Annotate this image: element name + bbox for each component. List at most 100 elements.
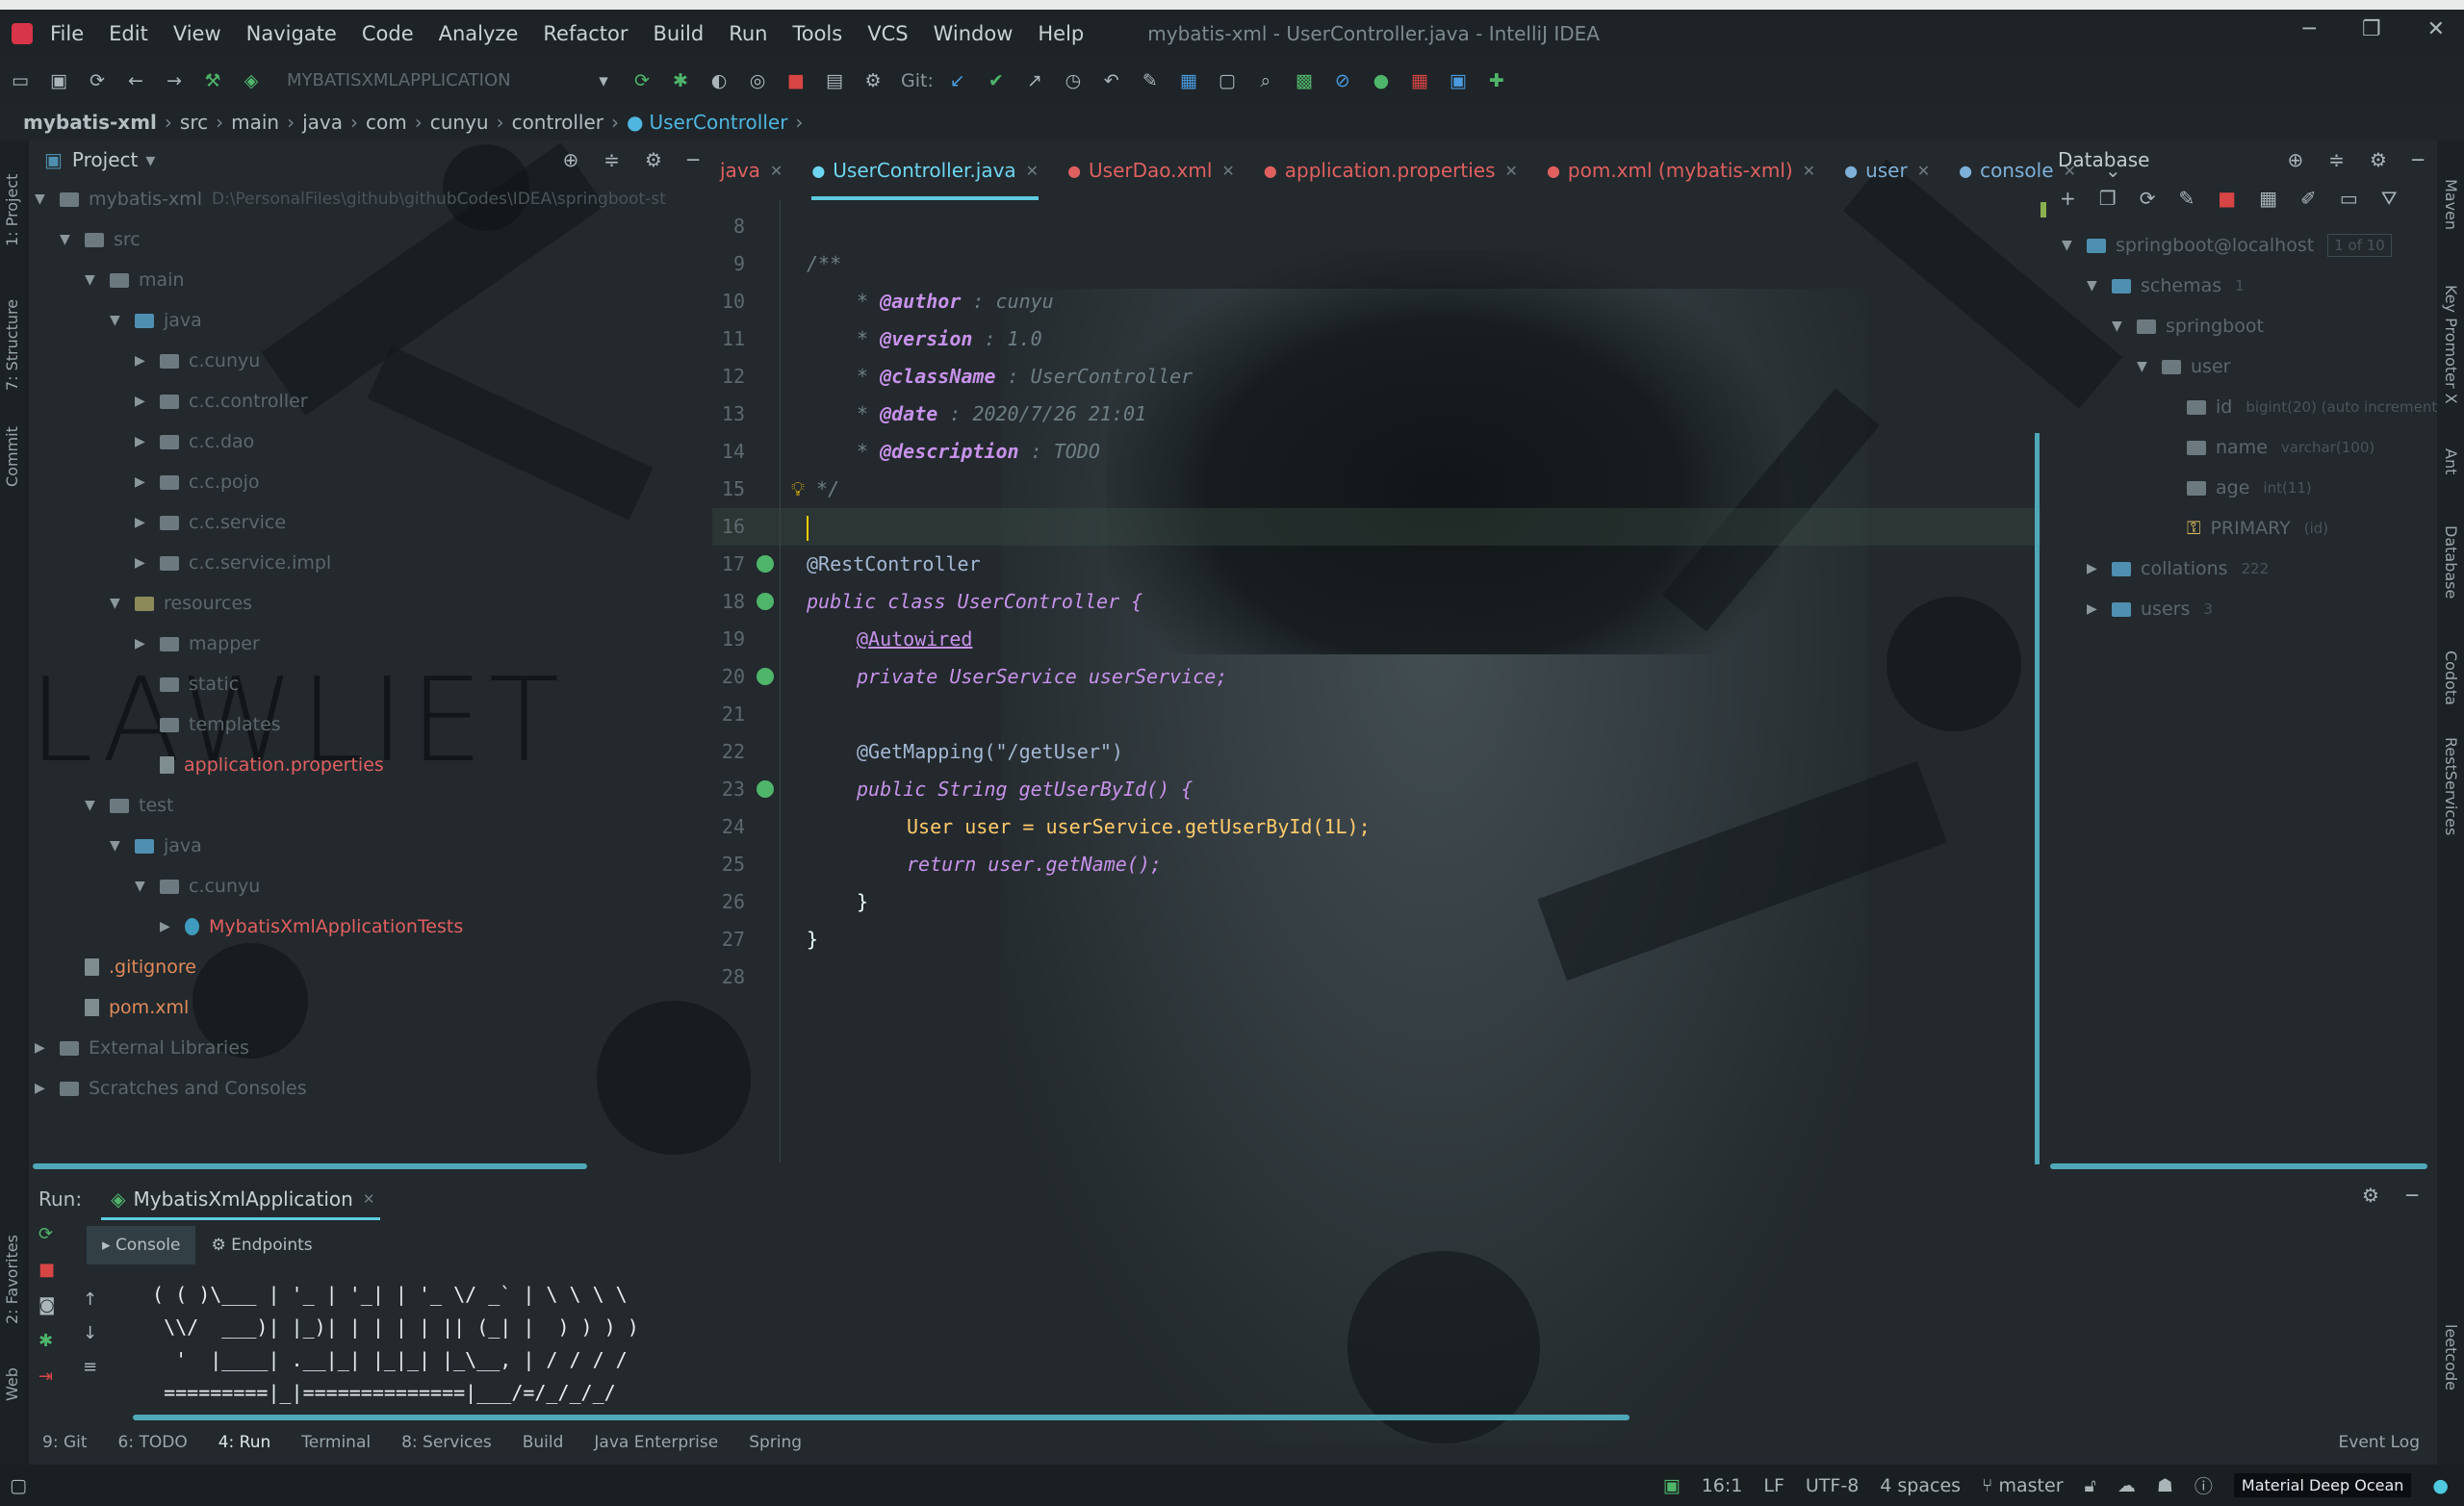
plugin-icon-5[interactable]: ▣ [1448,70,1469,91]
schema-icon[interactable]: ✎ [2178,187,2194,210]
build-hammer-icon[interactable]: ⚒ [202,70,223,91]
rollback-icon[interactable]: ↶ [1101,70,1122,91]
close-tab-icon[interactable]: ✕ [770,162,783,180]
close-tab-icon[interactable]: ✕ [1505,162,1518,180]
close-icon[interactable]: ✕ [363,1190,375,1208]
copy-icon[interactable]: ❐ [2099,187,2117,210]
code-line[interactable]: 10 * @author : cunyu [712,283,2040,320]
editor-tab[interactable]: ● user ✕ [1844,140,1930,200]
project-tree-item[interactable]: ▼ java [110,300,202,341]
theme-badge[interactable]: Material Deep Ocean [2233,1473,2412,1497]
exit-icon[interactable]: ⇥ [38,1366,55,1387]
code-line[interactable]: 16 [712,508,2040,546]
code-line[interactable]: 21 [712,696,2040,733]
gear-icon[interactable]: ⚙ [645,148,662,171]
menu-file[interactable]: File [50,22,84,45]
database-tree-item[interactable]: ▶ collations 222 [2087,549,2269,589]
debug-icon[interactable]: ✱ [38,1331,55,1351]
gear-icon[interactable]: ⚙ [2370,148,2387,171]
project-tree-item[interactable]: .gitignore [60,947,196,987]
database-horizontal-scrollbar[interactable] [2050,1163,2427,1169]
console-horizontal-scrollbar[interactable] [133,1415,1630,1420]
collapse-all-icon[interactable]: ≑ [2328,148,2345,171]
tab-codota[interactable]: Codota [2442,651,2460,705]
settings-wrench-icon[interactable]: ✎ [1140,70,1161,91]
close-tab-icon[interactable]: ✕ [1803,162,1815,180]
tab-database[interactable]: Database [2442,525,2460,599]
expand-arrow-icon[interactable]: ▶ [135,353,152,369]
expand-arrow-icon[interactable]: ▼ [35,191,52,207]
menu-navigate[interactable]: Navigate [246,22,337,45]
git-branch[interactable]: ⑂ master [1982,1475,2063,1496]
expand-arrow-icon[interactable]: ▼ [85,272,102,288]
filter-icon[interactable]: ⛛ [2381,187,2398,210]
expand-arrow-icon[interactable]: ▶ [135,474,152,490]
rerun-icon[interactable]: ⟳ [38,1224,55,1244]
tool-todo[interactable]: 6: TODO [118,1433,188,1452]
code-line[interactable]: 13 * @date : 2020/7/26 21:01 [712,396,2040,433]
expand-arrow-icon[interactable]: ▶ [135,434,152,449]
editor-tab[interactable]: ● UserDao.xml ✕ [1067,140,1235,200]
breadcrumb-item[interactable]: src [180,111,208,134]
camera-icon[interactable]: ◙ [38,1295,55,1315]
expand-arrow-icon[interactable]: ▼ [110,596,127,611]
expand-arrow-icon[interactable]: ▼ [135,879,152,894]
editor-tab[interactable]: ● UserController.java ✕ [811,140,1039,200]
soft-wrap-icon[interactable]: ≡ [83,1357,97,1377]
project-tree-item[interactable]: ▶ c.c.controller [135,381,308,421]
debug-icon[interactable]: ✱ [670,70,691,91]
database-tree-item[interactable]: ▼ springboot@localhost 1 of 10 [2062,225,2392,266]
code-line[interactable]: 8 [712,208,2040,245]
spring-bean-gutter-icon[interactable] [757,668,774,685]
plugin-icon-1[interactable]: ▩ [1294,70,1315,91]
console-icon[interactable]: ▭ [2340,187,2358,210]
menu-vcs[interactable]: VCS [867,22,908,45]
expand-arrow-icon[interactable]: ▼ [110,838,127,854]
tab-project[interactable]: 1: Project [3,174,21,246]
deploy-icon[interactable]: ⚙ [862,70,884,91]
breadcrumb-item[interactable]: cunyu [430,111,489,134]
menu-tools[interactable]: Tools [792,22,842,45]
history-icon[interactable]: ◷ [1063,70,1084,91]
puzzle-icon[interactable]: ✚ [1486,70,1507,91]
tool-event-log[interactable]: Event Log [2339,1433,2420,1452]
tab-commit[interactable]: Commit [3,426,21,487]
tool-run[interactable]: 4: Run [218,1433,271,1452]
git-push-icon[interactable]: ↗ [1024,70,1045,91]
code-line[interactable]: 12 * @className : UserController [712,358,2040,396]
stop-icon[interactable]: ■ [38,1260,55,1280]
expand-arrow-icon[interactable]: ▶ [135,515,152,530]
attach-icon[interactable]: ▤ [824,70,845,91]
code-line[interactable]: 20 private UserService userService; [712,658,2040,696]
database-tree-item[interactable]: ▼ schemas 1 [2087,266,2245,306]
tab-endpoints[interactable]: ⚙ Endpoints [195,1226,327,1264]
database-tree-item[interactable]: ⚿ PRIMARY (id) [2162,508,2328,549]
code-line[interactable]: 22 @GetMapping("/getUser") [712,733,2040,771]
menu-analyze[interactable]: Analyze [439,22,519,45]
expand-arrow-icon[interactable]: ▼ [60,232,77,247]
open-folder-icon[interactable]: ▭ [10,70,31,91]
menu-help[interactable]: Help [1038,22,1084,45]
tab-maven[interactable]: Maven [2442,179,2460,230]
layout-icon[interactable]: ▢ [10,1475,27,1496]
tab-restservices[interactable]: RestServices [2442,737,2460,835]
menu-window[interactable]: Window [934,22,1014,45]
expand-arrow-icon[interactable]: ▼ [2112,319,2129,334]
run-config-tab[interactable]: ◈ MybatisXmlApplication ✕ [101,1182,381,1220]
tab-favorites[interactable]: 2: Favorites [3,1235,21,1324]
database-tree-item[interactable]: ▼ user [2137,346,2230,387]
menu-edit[interactable]: Edit [109,22,148,45]
expand-arrow-icon[interactable]: ▼ [2062,238,2079,253]
project-tree-item[interactable]: ▶ MybatisXmlApplicationTests [160,906,463,947]
locate-icon[interactable]: ⊕ [562,148,578,171]
breadcrumb-item[interactable]: controller [512,111,603,134]
tab-key-promoter[interactable]: Key Promoter X [2442,285,2460,404]
project-tree-item[interactable]: pom.xml [60,987,189,1028]
project-tree-item[interactable]: templates [135,704,281,745]
code-line[interactable]: 14 * @description : TODO [712,433,2040,471]
project-horizontal-scrollbar[interactable] [33,1163,587,1169]
minimize-icon[interactable]: ─ [2303,17,2316,41]
menu-code[interactable]: Code [362,22,414,45]
database-tree-item[interactable]: age int(11) [2162,468,2312,508]
stop-icon[interactable]: ■ [785,70,807,91]
